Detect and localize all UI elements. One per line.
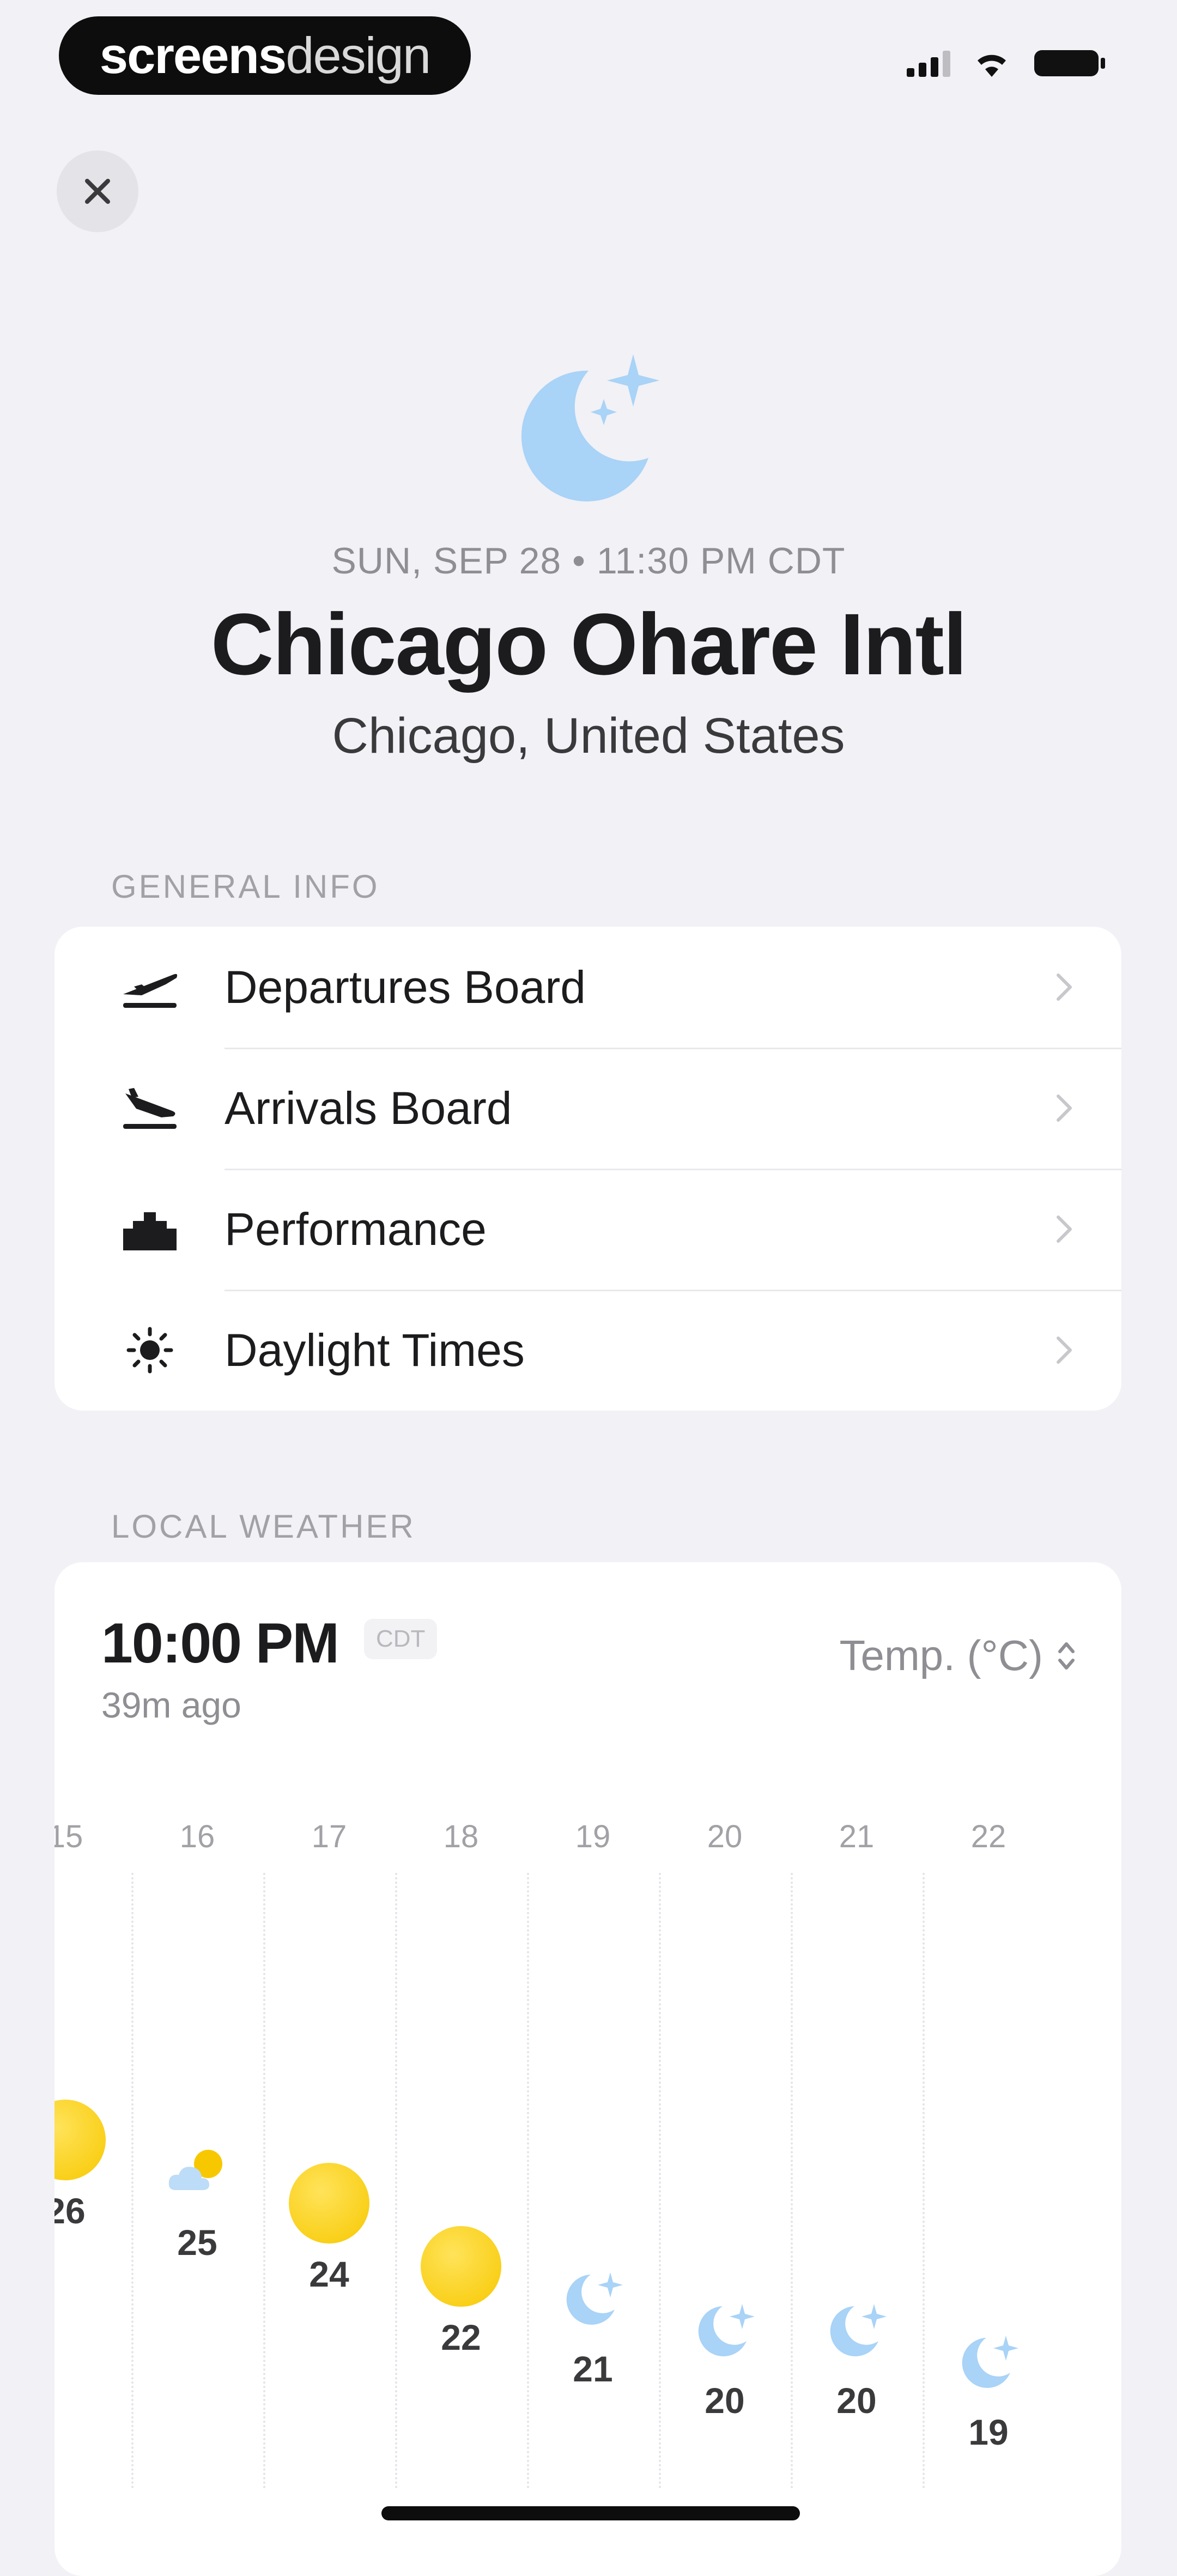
temperature-label: 19 [968,2412,1009,2452]
temperature-label: 24 [309,2254,349,2294]
daylight-times-label: Daylight Times [225,1324,525,1376]
hour-label: 17 [311,1819,347,1854]
temperature-label: 20 [836,2380,877,2421]
local-weather-card: 10:00 PM CDT 39m ago Temp. (°C) 15 26 16 25… [54,1562,1121,2576]
hour-label: 18 [443,1819,479,1854]
moon-icon [698,2304,755,2356]
sun-icon [114,1315,185,1386]
temperature-label: 25 [177,2222,217,2263]
local-weather-heading: LOCAL WEATHER [111,1508,416,1545]
performance-icon [114,1194,185,1265]
airport-location: Chicago, United States [332,708,845,764]
performance-label: Performance [225,1203,487,1255]
metric-selector[interactable]: Temp. (°C) [839,1631,1076,1680]
local-datetime: SUN, SEP 28 • 11:30 PM CDT [331,540,846,582]
moon-icon [962,2336,1018,2388]
logo-text-light: design [286,27,431,84]
logo-text-bold: screens [99,27,287,84]
moon-icon [566,2272,623,2325]
observation-age: 39m ago [101,1685,241,1725]
hour-label: 22 [970,1819,1006,1854]
departures-board-row[interactable]: Departures Board [54,927,1121,1048]
hour-gridline [527,1873,529,2489]
hour-gridline [131,1873,134,2489]
temperature-label: 21 [573,2349,613,2389]
hour-gridline [659,1873,661,2489]
departures-board-label: Departures Board [225,961,586,1013]
chevron-right-icon [1057,973,1072,1001]
screensdesign-logo: screens design [59,16,471,95]
general-info-card: Departures Board Arrivals Board Performa… [54,927,1121,1411]
battery-icon [1034,50,1105,76]
moon-icon [830,2304,887,2356]
temperature-label: 20 [705,2380,745,2421]
arrivals-board-row[interactable]: Arrivals Board [54,1048,1121,1169]
performance-row[interactable]: Performance [54,1169,1121,1290]
sun-icon [54,2100,106,2180]
chevron-right-icon [1057,1095,1072,1122]
close-icon [85,179,110,204]
close-button[interactable] [57,150,138,232]
partly-cloudy-icon [168,2150,222,2190]
hour-gridline [263,1873,265,2489]
temperature-label: 26 [54,2191,86,2231]
daylight-times-row[interactable]: Daylight Times [54,1290,1121,1411]
airport-name: Chicago Ohare Intl [210,595,967,693]
metric-label: Temp. (°C) [839,1631,1043,1679]
temperature-label: 22 [441,2317,481,2357]
hour-label: 16 [179,1819,215,1854]
hour-label: 15 [54,1819,83,1854]
chevron-right-icon [1057,1337,1072,1364]
observation-time: 10:00 PM [101,1612,339,1675]
hour-label: 19 [575,1819,611,1854]
status-icons [907,48,1106,78]
hour-label: 21 [839,1819,875,1854]
sun-icon [289,2163,369,2244]
moon-stars-icon [521,354,659,501]
plane-arrival-icon [114,1073,185,1144]
timezone-badge: CDT [364,1619,438,1659]
cellular-signal-icon [907,50,950,77]
home-indicator [381,2506,800,2520]
chevron-up-down-icon [1058,1642,1075,1670]
wifi-icon [978,55,1006,77]
hour-gridline [791,1873,793,2489]
hour-gridline [923,1873,925,2489]
plane-departure-icon [114,952,185,1023]
hour-label: 20 [707,1819,743,1854]
arrivals-board-label: Arrivals Board [225,1082,512,1134]
sun-icon [421,2226,501,2307]
hour-gridline [395,1873,397,2489]
chevron-right-icon [1057,1216,1072,1243]
general-info-heading: GENERAL INFO [111,868,380,905]
